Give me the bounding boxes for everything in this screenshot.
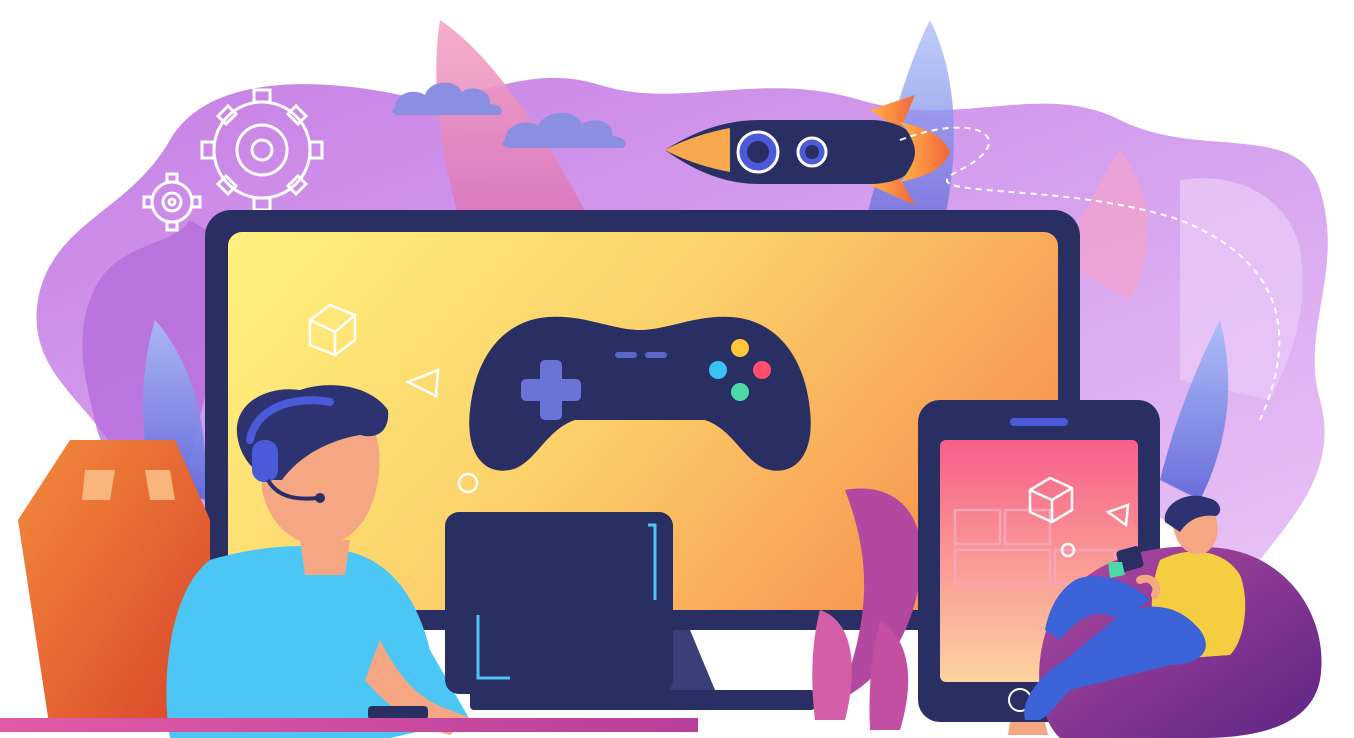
cross-platform-gaming-illustration — [0, 20, 1328, 738]
desk — [0, 718, 698, 732]
